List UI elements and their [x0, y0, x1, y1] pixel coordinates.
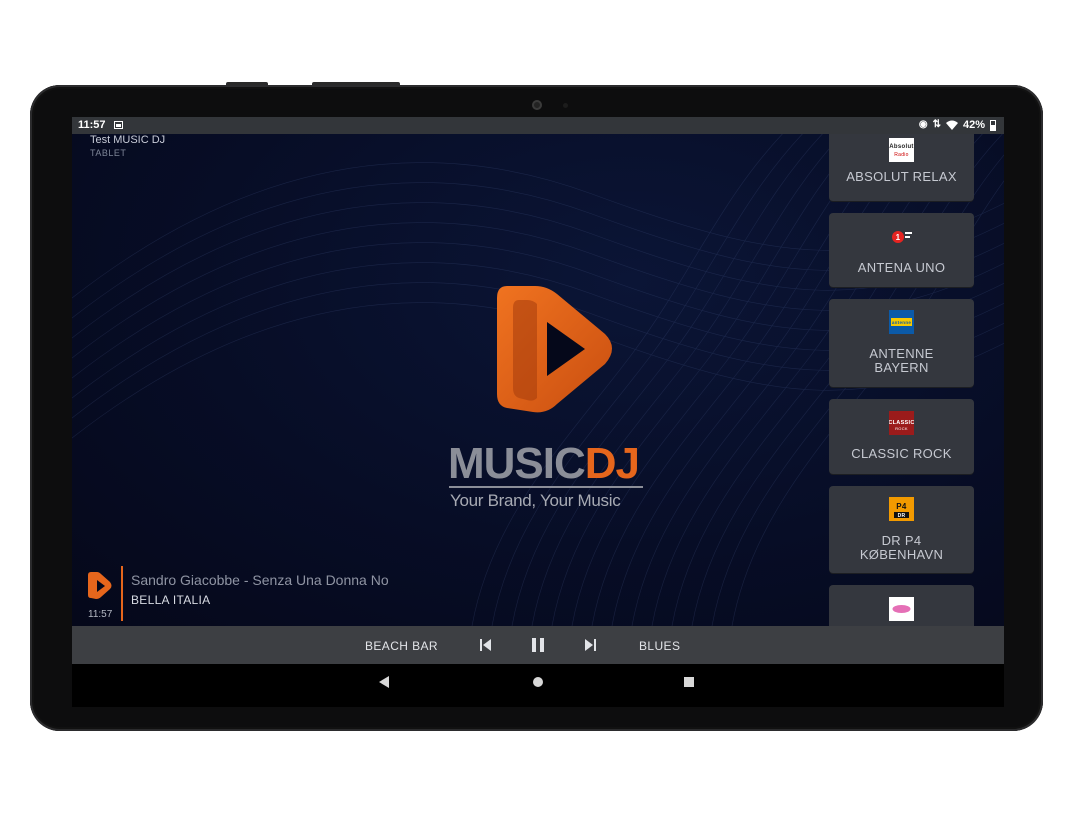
- svg-text:1: 1: [896, 233, 901, 242]
- playback-control-bar: BEACH BAR BLUES: [72, 626, 1004, 664]
- svg-text:Absolut: Absolut: [889, 144, 913, 150]
- light-sensor: [563, 103, 568, 108]
- battery-icon: [990, 119, 996, 131]
- station-logo-antenne-bayern: antenne: [889, 310, 914, 334]
- brand-tagline: Your Brand, Your Music: [450, 491, 621, 510]
- station-label: ANTENNE BAYERN: [869, 346, 934, 375]
- tablet-screen: 11:57 ◉ ⇅ 42% Test MUSIC DJ TABLET MUSIC…: [72, 117, 1004, 707]
- station-absolut-relax[interactable]: Absolut Radio ABSOLUT RELAX: [829, 134, 974, 201]
- svg-text:Radio: Radio: [894, 152, 909, 158]
- pause-icon[interactable]: [530, 636, 546, 654]
- android-navigation-bar: [72, 664, 1004, 707]
- station-classic-rock[interactable]: CLASSIC ROCK CLASSIC ROCK: [829, 399, 974, 474]
- now-playing-divider: [121, 566, 123, 621]
- station-label: ABSOLUT RELAX: [846, 169, 957, 184]
- brand-word-music: MUSIC: [448, 439, 586, 488]
- wifi-icon: [945, 120, 958, 130]
- device-type-label: TABLET: [90, 148, 127, 158]
- data-saver-icon: ◉: [918, 119, 928, 130]
- now-playing-time: 11:57: [88, 609, 113, 620]
- skip-previous-icon[interactable]: [479, 636, 493, 654]
- status-time: 11:57: [78, 119, 106, 131]
- station-logo-antena-uno: 1: [889, 225, 914, 249]
- vibrate-icon: ⇅: [932, 119, 941, 130]
- svg-text:P4: P4: [896, 502, 907, 511]
- skip-next-icon[interactable]: [583, 636, 597, 654]
- now-playing-channel: BELLA ITALIA: [131, 593, 211, 607]
- station-antena-uno[interactable]: 1 ANTENA UNO: [829, 213, 974, 287]
- station-label: CLASSIC ROCK: [851, 446, 952, 461]
- next-channel-button[interactable]: BLUES: [639, 639, 680, 653]
- status-bar: 11:57 ◉ ⇅ 42%: [72, 117, 1004, 134]
- station-antenne-bayern[interactable]: antenne ANTENNE BAYERN: [829, 299, 974, 387]
- now-playing-logo-icon: [88, 572, 112, 599]
- station-partial[interactable]: [829, 585, 974, 626]
- app-main-area: Test MUSIC DJ TABLET MUSICDJ Your Brand,…: [72, 134, 1004, 626]
- brand-word-dj: DJ: [584, 439, 640, 488]
- svg-text:DR: DR: [898, 513, 906, 519]
- back-icon[interactable]: [379, 676, 389, 688]
- image-notification-icon: [114, 121, 123, 129]
- home-icon[interactable]: [533, 677, 543, 687]
- recent-apps-icon[interactable]: [684, 677, 694, 687]
- station-list[interactable]: Absolut Radio ABSOLUT RELAX 1 ANTENA UNO …: [828, 134, 976, 626]
- station-logo-dr-p4: P4 DR: [889, 497, 914, 521]
- station-logo-absolut-radio: Absolut Radio: [889, 138, 914, 162]
- now-playing-track: Sandro Giacobbe - Senza Una Donna No: [131, 572, 389, 588]
- station-label: ANTENA UNO: [857, 260, 946, 275]
- battery-percent: 42%: [962, 119, 985, 131]
- front-camera: [532, 100, 542, 110]
- app-title: Test MUSIC DJ: [90, 134, 166, 146]
- station-dr-p4-kobenhavn[interactable]: P4 DR DR P4 KØBENHAVN: [829, 486, 974, 573]
- brand-wordmark: MUSICDJ: [448, 442, 644, 486]
- svg-text:ROCK: ROCK: [895, 426, 908, 431]
- previous-channel-button[interactable]: BEACH BAR: [365, 639, 438, 653]
- brand-underline: [449, 486, 643, 488]
- svg-text:antenne: antenne: [892, 320, 912, 325]
- station-logo-classic-rock: CLASSIC ROCK: [888, 411, 914, 435]
- station-label: DR P4 KØBENHAVN: [859, 533, 944, 562]
- music-dj-play-logo-icon: [497, 286, 612, 413]
- station-logo-partial: [889, 597, 914, 621]
